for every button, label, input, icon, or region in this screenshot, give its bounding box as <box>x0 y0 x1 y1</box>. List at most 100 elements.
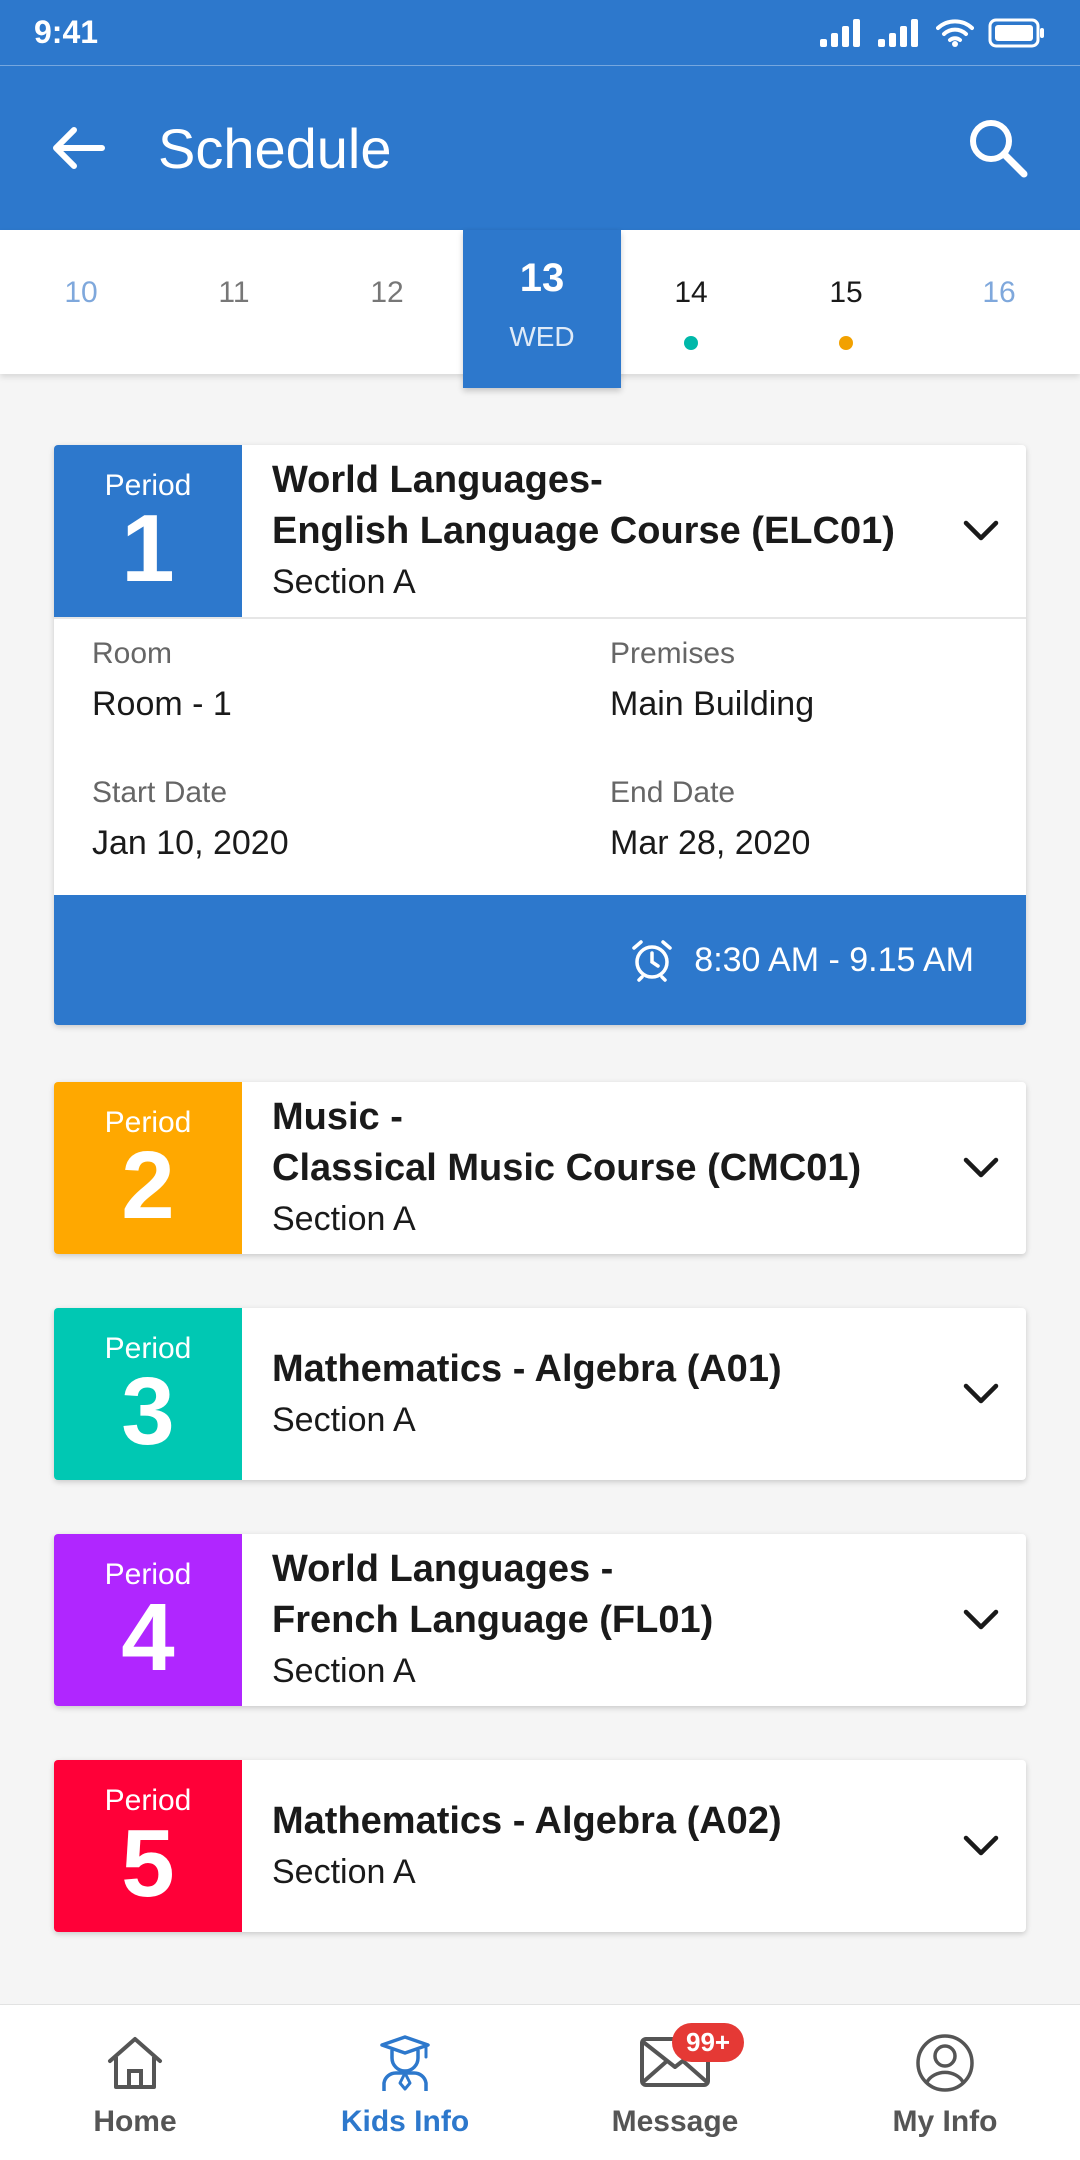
date-number: 12 <box>370 276 404 309</box>
end-date-detail: End Date Mar 28, 2020 <box>610 776 810 863</box>
date-number: 14 <box>674 276 708 309</box>
status-icons <box>820 18 1046 48</box>
search-button[interactable] <box>966 116 1030 180</box>
course-title: World Languages- English Language Course… <box>272 459 895 552</box>
chevron-down-icon <box>963 1835 999 1856</box>
date-item-14[interactable]: 14 <box>612 230 770 374</box>
course-section: Section A <box>272 1652 416 1690</box>
chevron-down-icon <box>963 1609 999 1630</box>
date-item-13-selected[interactable]: 13 WED <box>463 230 621 388</box>
battery-icon <box>988 18 1044 47</box>
date-item-15[interactable]: 15 <box>767 230 925 374</box>
date-item-10[interactable]: 10 <box>2 230 160 374</box>
wifi-icon <box>936 18 974 47</box>
course-section: Section A <box>272 1400 416 1439</box>
event-dot <box>684 336 698 350</box>
course-title: Music - Classical Music Course (CMC01) <box>272 1096 862 1189</box>
arrow-left-icon <box>53 127 105 169</box>
course-title: World Languages - French Language (FL01) <box>272 1548 714 1641</box>
user-icon <box>916 2034 974 2092</box>
chevron-down-icon <box>963 1157 999 1178</box>
nav-kids-info[interactable]: Kids Info <box>270 2005 540 2160</box>
period-time: 8:30 AM - 9.15 AM <box>694 940 974 979</box>
course-section: Section A <box>272 563 416 601</box>
period-card-header[interactable]: Period 1 World Languages- English Langua… <box>54 445 1026 617</box>
room-label: Room <box>92 637 173 670</box>
period-badge: Period 2 <box>54 1082 242 1254</box>
course-title: Mathematics - Algebra (A01) <box>272 1347 782 1390</box>
date-number: 11 <box>218 276 250 309</box>
period-card-5: Period 5 Mathematics - Algebra (A02) Sec… <box>54 1760 1026 1932</box>
period-number: 2 <box>121 1132 175 1239</box>
period-card-4: Period 4 World Languages - French Langua… <box>54 1534 1026 1706</box>
date-strip: 10 11 12 13 WED 14 15 16 <box>0 230 1080 388</box>
chevron-down-icon <box>963 1383 999 1404</box>
home-icon <box>108 2037 162 2089</box>
period-card-header[interactable]: Period 2 Music - Classical Music Course … <box>54 1082 1026 1254</box>
period-card-header[interactable]: Period 3 Mathematics - Algebra (A01) Sec… <box>54 1308 1026 1480</box>
date-item-12[interactable]: 12 <box>308 230 466 374</box>
nav-message[interactable]: Message <box>540 2005 810 2160</box>
message-count-badge: 99+ <box>672 2023 745 2062</box>
nav-label: Message <box>611 2105 739 2138</box>
period-card-header[interactable]: Period 5 Mathematics - Algebra (A02) Sec… <box>54 1760 1026 1932</box>
expand-toggle[interactable] <box>936 1082 1026 1254</box>
expand-toggle[interactable] <box>936 1308 1026 1480</box>
course-section: Section A <box>272 1852 416 1891</box>
status-bar: 9:41 <box>0 0 1080 66</box>
signal-icon <box>820 18 860 47</box>
date-weekday: WED <box>509 321 575 352</box>
graduate-icon <box>380 2035 430 2091</box>
start-date-value: Jan 10, 2020 <box>92 824 289 862</box>
chevron-down-icon <box>963 520 999 541</box>
room-value: Room - 1 <box>92 685 232 723</box>
period-number: 4 <box>121 1584 175 1691</box>
date-number: 13 <box>519 256 565 300</box>
alarm-clock-icon <box>632 940 673 982</box>
start-date-detail: Start Date Jan 10, 2020 <box>92 776 289 863</box>
search-icon <box>970 120 1028 178</box>
premises-value: Main Building <box>610 685 815 723</box>
period-details: Room Room - 1 Premises Main Building Sta… <box>54 617 1026 895</box>
period-card-1: Period 1 World Languages- English Langua… <box>54 445 1026 1025</box>
bottom-nav: Home Kids Info Message 99+ My Info <box>0 2004 1080 2160</box>
nav-home[interactable]: Home <box>0 2005 270 2160</box>
nav-label: Home <box>93 2105 177 2138</box>
period-number: 1 <box>121 495 175 602</box>
end-date-value: Mar 28, 2020 <box>610 824 811 862</box>
date-number: 16 <box>982 276 1016 309</box>
date-number: 15 <box>829 276 863 309</box>
nav-my-info[interactable]: My Info <box>810 2005 1080 2160</box>
period-badge: Period 5 <box>54 1760 242 1932</box>
expand-toggle[interactable] <box>936 1534 1026 1706</box>
status-time: 9:41 <box>34 14 99 50</box>
expand-toggle[interactable] <box>936 445 1026 617</box>
period-number: 5 <box>121 1810 175 1917</box>
date-item-11[interactable]: 11 <box>155 230 313 374</box>
date-number: 10 <box>64 276 98 309</box>
period-number: 3 <box>121 1358 175 1465</box>
premises-detail: Premises Main Building <box>610 637 814 724</box>
period-card-2: Period 2 Music - Classical Music Course … <box>54 1082 1026 1254</box>
date-item-16[interactable]: 16 <box>920 230 1078 374</box>
expand-toggle[interactable] <box>936 1760 1026 1932</box>
period-badge: Period 4 <box>54 1534 242 1706</box>
course-title: Mathematics - Algebra (A02) <box>272 1799 782 1842</box>
period-badge: Period 1 <box>54 445 242 617</box>
back-button[interactable] <box>50 124 106 172</box>
nav-label: Kids Info <box>340 2105 470 2138</box>
app-bar: Schedule <box>0 66 1080 230</box>
premises-label: Premises <box>610 637 736 670</box>
room-detail: Room Room - 1 <box>92 637 232 724</box>
period-badge: Period 3 <box>54 1308 242 1480</box>
start-date-label: Start Date <box>92 776 228 809</box>
period-card-header[interactable]: Period 4 World Languages - French Langua… <box>54 1534 1026 1706</box>
page-title: Schedule <box>158 116 392 180</box>
signal-icon <box>878 18 918 47</box>
course-section: Section A <box>272 1200 416 1238</box>
nav-label: My Info <box>892 2105 998 2138</box>
event-dot <box>839 336 853 350</box>
period-card-3: Period 3 Mathematics - Algebra (A01) Sec… <box>54 1308 1026 1480</box>
period-time-bar: 8:30 AM - 9.15 AM <box>54 895 1026 1025</box>
end-date-label: End Date <box>610 776 736 809</box>
